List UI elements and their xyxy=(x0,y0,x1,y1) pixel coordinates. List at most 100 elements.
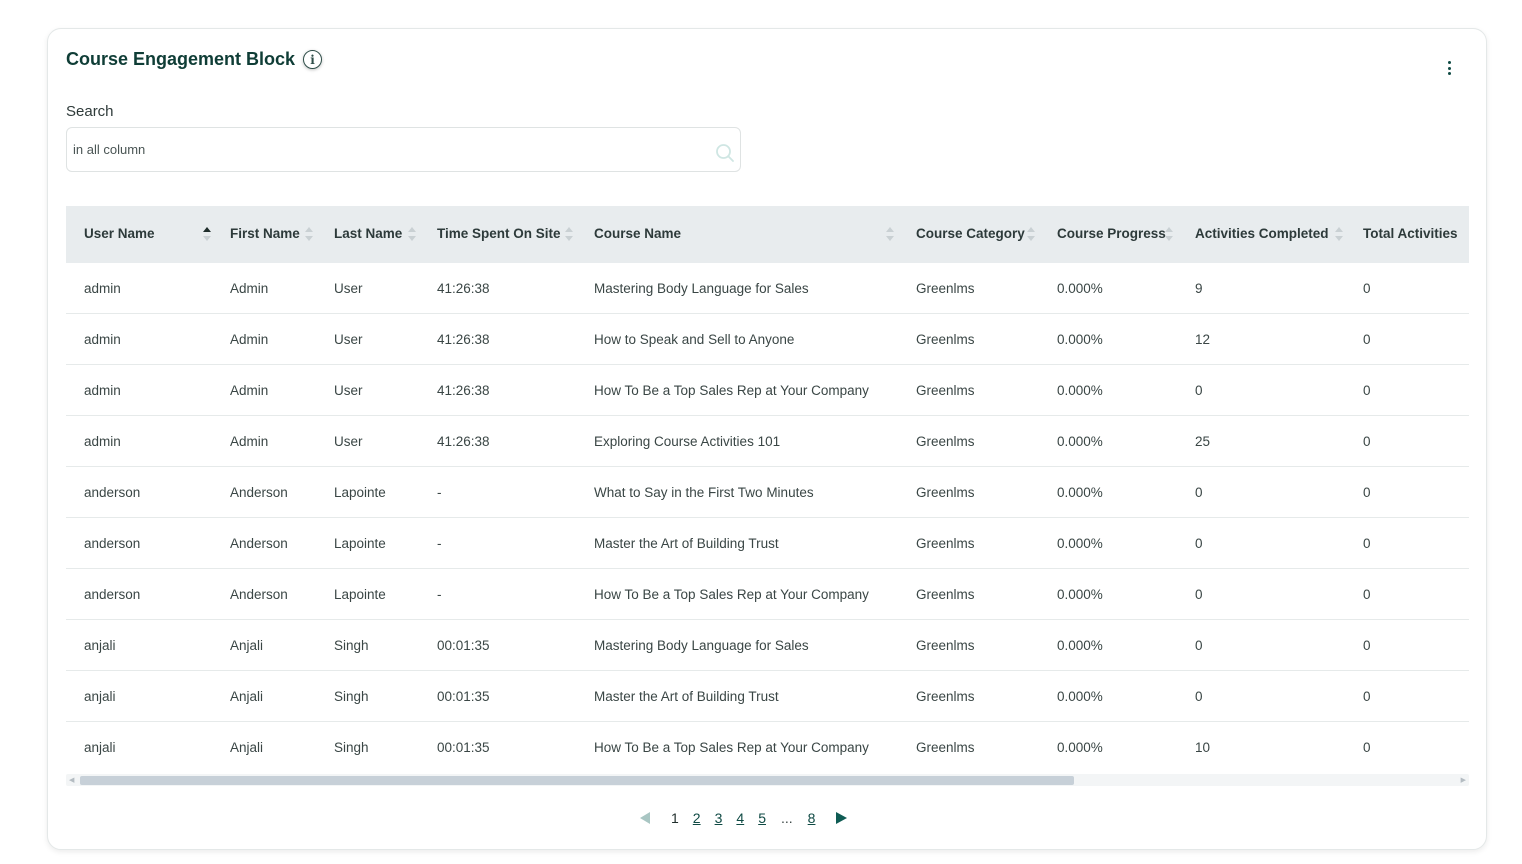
page-link[interactable]: 2 xyxy=(693,810,701,826)
column-header[interactable]: Course Category xyxy=(916,206,1057,263)
search-icon[interactable] xyxy=(715,143,735,163)
next-page-icon[interactable] xyxy=(836,812,848,824)
table-row[interactable]: admin Admin User 41:26:38 Mastering Body Lan… xyxy=(66,263,1469,314)
column-header[interactable]: Course Name xyxy=(594,206,916,263)
card-title-row: Course Engagement Block i xyxy=(66,49,323,70)
table-cell: Anderson xyxy=(230,466,334,518)
engagement-table-container: User Name First Name Last Name Time Spent O… xyxy=(66,206,1469,758)
table-cell: Mastering Body Language for Sales xyxy=(594,619,916,671)
column-header[interactable]: Course Progress xyxy=(1057,206,1195,263)
table-cell: Anderson xyxy=(230,517,334,569)
table-row[interactable]: admin Admin User 41:26:38 How to Speak and S… xyxy=(66,313,1469,365)
page-link[interactable]: 3 xyxy=(715,810,723,826)
table-cell: 0.000% xyxy=(1057,313,1195,365)
table-cell: admin xyxy=(66,364,230,416)
table-cell: anderson xyxy=(66,568,230,620)
column-header-label: Last Name xyxy=(334,226,403,241)
table-cell: 0 xyxy=(1195,568,1363,620)
table-cell: 41:26:38 xyxy=(437,263,594,314)
sort-icon[interactable] xyxy=(305,227,313,243)
page-link[interactable]: 4 xyxy=(736,810,744,826)
table-cell: Lapointe xyxy=(334,466,437,518)
column-header-label: User Name xyxy=(84,226,155,241)
table-cell: 0 xyxy=(1363,568,1469,620)
column-header-label: First Name xyxy=(230,226,300,241)
column-header[interactable]: Activities Completed xyxy=(1195,206,1363,263)
table-cell: 0 xyxy=(1363,670,1469,722)
sort-icon[interactable] xyxy=(408,227,416,243)
scrollbar-thumb[interactable] xyxy=(80,776,1074,785)
table-cell: Lapointe xyxy=(334,517,437,569)
sort-icon[interactable] xyxy=(1335,227,1343,243)
table-cell: Admin xyxy=(230,415,334,467)
sort-icon[interactable] xyxy=(565,227,573,243)
sort-icon[interactable] xyxy=(886,227,894,243)
column-header[interactable]: First Name xyxy=(230,206,334,263)
table-cell: anjali xyxy=(84,739,116,755)
table-cell: Anjali xyxy=(230,739,264,755)
table-cell: 10 xyxy=(1195,739,1211,755)
table-cell: Greenlms xyxy=(916,466,1057,518)
table-cell: 0.000% xyxy=(1057,739,1103,755)
table-cell: Greenlms xyxy=(916,313,1057,365)
table-cell: - xyxy=(437,466,594,518)
pagination-ellipsis: ... xyxy=(780,810,793,826)
column-header[interactable]: Time Spent On Site xyxy=(437,206,594,263)
page-link[interactable]: 1 xyxy=(671,810,679,826)
table-cell: admin xyxy=(66,263,230,314)
table-row[interactable]: anderson Anderson Lapointe - What to Say in … xyxy=(66,466,1469,518)
table-cell: Greenlms xyxy=(916,739,975,755)
table-cell: Exploring Course Activities 101 xyxy=(594,415,916,467)
table-cell: Admin xyxy=(230,364,334,416)
table-header-row: User Name First Name Last Name Time Spent O… xyxy=(66,206,1469,263)
table-cell: - xyxy=(437,517,594,569)
table-cell: 0 xyxy=(1363,517,1469,569)
table-row[interactable]: admin Admin User 41:26:38 Exploring Course A… xyxy=(66,415,1469,467)
page-link[interactable]: 5 xyxy=(758,810,766,826)
table-cell: Anderson xyxy=(230,568,334,620)
table-cell: 0 xyxy=(1363,415,1469,467)
table-cell: How To Be a Top Sales Rep at Your Compan… xyxy=(594,568,916,620)
prev-page-icon[interactable] xyxy=(640,812,650,824)
table-cell: 0 xyxy=(1195,517,1363,569)
horizontal-scrollbar[interactable]: ◀ ▶ xyxy=(66,774,1469,786)
table-cell: admin xyxy=(66,313,230,365)
search-input[interactable] xyxy=(67,128,693,171)
sort-icon[interactable] xyxy=(1027,227,1035,243)
table-cell: 0 xyxy=(1195,619,1363,671)
sort-icon[interactable] xyxy=(203,227,211,243)
table-cell: How To Be a Top Sales Rep at Your Compan… xyxy=(594,364,916,416)
table-cell: 0 xyxy=(1195,670,1363,722)
page-link-last[interactable]: 8 xyxy=(808,810,816,826)
table-cell: What to Say in the First Two Minutes xyxy=(594,466,916,518)
column-header[interactable]: Total Activities xyxy=(1363,206,1469,263)
table-cell: 0 xyxy=(1363,364,1469,416)
kebab-menu-icon[interactable] xyxy=(1446,61,1452,75)
table-row[interactable]: anderson Anderson Lapointe - Master the Art … xyxy=(66,517,1469,569)
info-icon[interactable]: i xyxy=(303,50,323,69)
table-cell: 0.000% xyxy=(1057,263,1195,314)
table-row[interactable]: anderson Anderson Lapointe - How To Be a Top… xyxy=(66,568,1469,620)
column-header[interactable]: Last Name xyxy=(334,206,437,263)
table-row[interactable]: admin Admin User 41:26:38 How To Be a Top Sa… xyxy=(66,364,1469,416)
column-header[interactable]: User Name xyxy=(66,206,230,263)
table-row[interactable]: anjali Anjali Singh 00:01:35 How To Be a Top… xyxy=(66,722,1469,759)
table-cell: 0 xyxy=(1363,739,1371,755)
table-row[interactable]: anjali Anjali Singh 00:01:35 Master the Art … xyxy=(66,670,1469,722)
table-cell: 00:01:35 xyxy=(437,619,594,671)
table-cell: Master the Art of Building Trust xyxy=(594,670,916,722)
table-cell: Anjali xyxy=(230,619,334,671)
table-cell: How To Be a Top Sales Rep at Your Compan… xyxy=(594,739,869,755)
table-cell: 41:26:38 xyxy=(437,313,594,365)
column-header-label: Course Name xyxy=(594,226,682,241)
table-cell: Admin xyxy=(230,313,334,365)
table-cell: anjali xyxy=(66,619,230,671)
table-cell: 0 xyxy=(1363,313,1469,365)
course-engagement-card: Course Engagement Block i Search User Na… xyxy=(47,28,1487,850)
scroll-left-icon[interactable]: ◀ xyxy=(69,776,74,784)
scroll-right-icon[interactable]: ▶ xyxy=(1461,776,1466,784)
sort-icon[interactable] xyxy=(1165,227,1173,243)
table-cell: admin xyxy=(66,415,230,467)
table-cell: 12 xyxy=(1195,313,1363,365)
table-row[interactable]: anjali Anjali Singh 00:01:35 Mastering Body … xyxy=(66,619,1469,671)
